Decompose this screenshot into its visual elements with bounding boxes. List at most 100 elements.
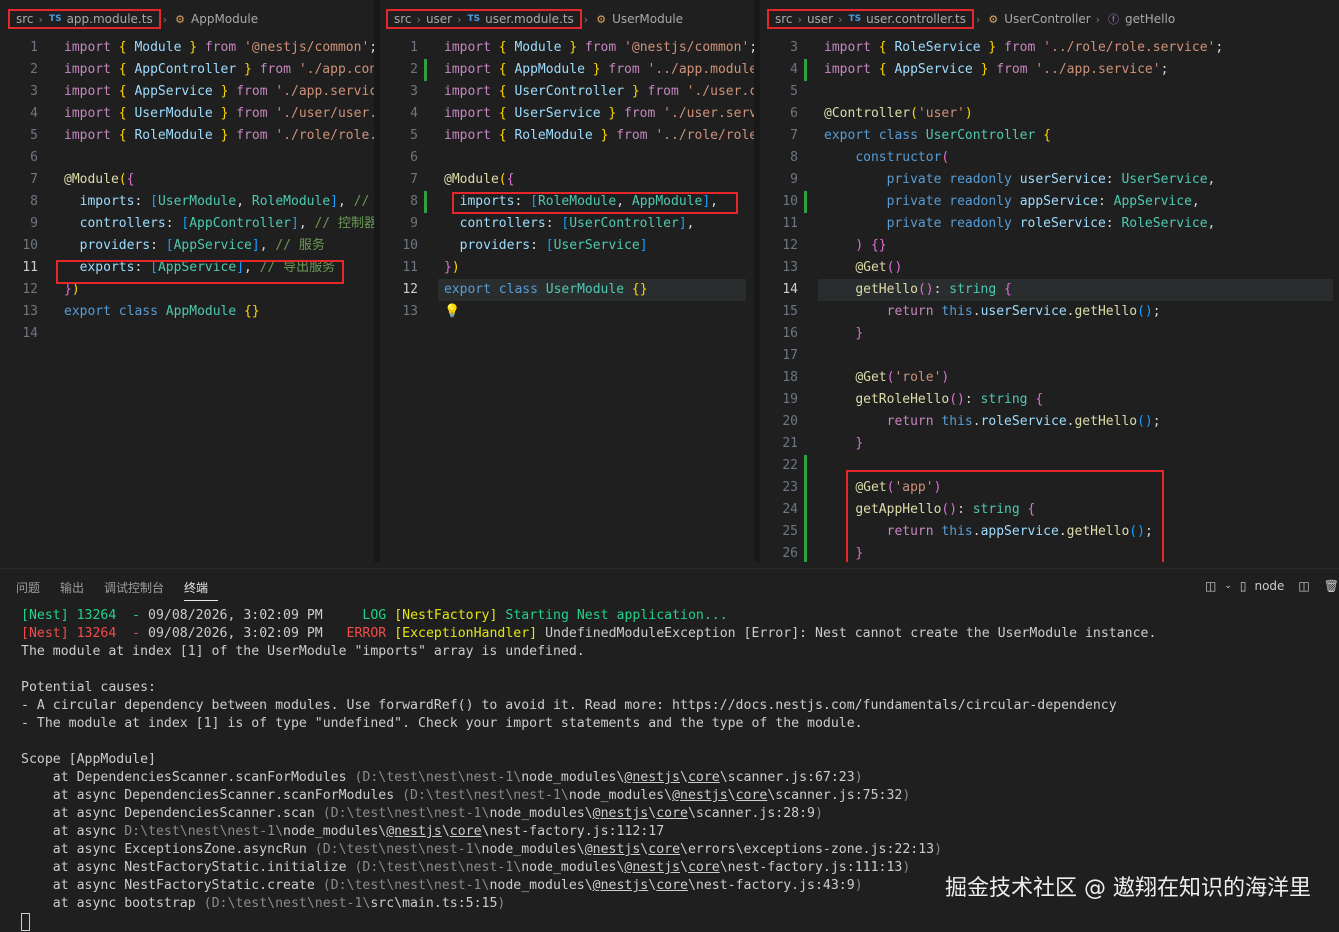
code-line[interactable]: 2 import { AppController } from './app.co… (0, 59, 374, 81)
code-line[interactable]: 6 (380, 147, 754, 169)
breadcrumb-symbol[interactable]: UserController (1001, 12, 1093, 26)
terminal-line: [Nest] 13264 - 09/08/2026, 3:02:09 PM ER… (21, 626, 1157, 641)
code-line[interactable]: 9 private readonly userService: UserServ… (760, 169, 1339, 191)
tab-output[interactable]: 输出 (60, 579, 94, 601)
breadcrumb-file[interactable]: user.module.ts (482, 12, 577, 26)
code-line[interactable]: 6 @Controller('user') (760, 103, 1339, 125)
git-change-marker[interactable] (804, 59, 807, 81)
tab-terminal[interactable]: 终端 (184, 579, 219, 601)
terminal-icon[interactable]: ▯ (1240, 579, 1247, 593)
code-line[interactable]: 14 getHello(): string { (760, 279, 1339, 301)
code-line[interactable]: 3 import { AppService } from './app.servi… (0, 81, 374, 103)
code-line[interactable]: 21 } (760, 433, 1339, 455)
breadcrumb-symbol[interactable]: AppModule (188, 12, 261, 26)
code-line[interactable]: 12 export class UserModule {} (380, 279, 754, 301)
code-line[interactable]: 3 import { UserController } from './user.… (380, 81, 754, 103)
terminal-line: Scope [AppModule] (21, 752, 156, 767)
code-line[interactable]: 13 @Get() (760, 257, 1339, 279)
git-change-marker[interactable] (804, 477, 807, 499)
code-line[interactable]: 10 providers: [AppService], // 服务 (0, 235, 374, 257)
code-line[interactable]: 7 @Module({ (0, 169, 374, 191)
code-line[interactable]: 13 💡 (380, 301, 754, 323)
breadcrumb: src › user › TS user.controller.ts › ⚙ U… (760, 8, 1339, 30)
code-line[interactable]: 18 @Get('role') (760, 367, 1339, 389)
highlight-box-imports (452, 192, 738, 214)
git-change-marker[interactable] (424, 59, 427, 81)
line-number: 4 (30, 106, 38, 121)
code-text: controllers: [UserController], (459, 216, 695, 231)
trash-icon[interactable]: 🗑 (1324, 579, 1339, 593)
code-line[interactable]: 7 export class UserController { (760, 125, 1339, 147)
code-line[interactable]: 10 private readonly appService: AppServi… (760, 191, 1339, 213)
code-line[interactable]: 5 import { RoleModule } from '../role/rol… (380, 125, 754, 147)
git-change-marker[interactable] (804, 455, 807, 477)
split-icon[interactable]: ◫ (1298, 579, 1309, 593)
code-line[interactable]: 8 constructor( (760, 147, 1339, 169)
code-line[interactable]: 17 (760, 345, 1339, 367)
line-number: 1 (30, 40, 38, 55)
cursor (21, 913, 30, 931)
code-line[interactable]: 16 } (760, 323, 1339, 345)
tab-debug-console[interactable]: 调试控制台 (104, 579, 174, 601)
code-line[interactable]: 20 return this.roleService.getHello(); (760, 411, 1339, 433)
terminal-name-label[interactable]: node (1254, 579, 1284, 593)
code-line[interactable]: 8 imports: [UserModule, RoleModule], // (0, 191, 374, 213)
code-line[interactable]: 1 import { Module } from '@nestjs/common'… (380, 37, 754, 59)
editor-pane-app-module: src › TS app.module.ts › ⚙ AppModule 1 im… (0, 0, 374, 562)
breadcrumb-folder[interactable]: src (391, 12, 415, 26)
code-line[interactable]: 15 return this.userService.getHello(); (760, 301, 1339, 323)
line-number: 25 (782, 524, 798, 539)
breadcrumb-folder[interactable]: src (772, 12, 796, 26)
code-line[interactable]: 4 import { UserModule } from './user/user… (0, 103, 374, 125)
code-line[interactable]: 4 import { UserService } from './user.ser… (380, 103, 754, 125)
git-change-marker[interactable] (804, 499, 807, 521)
terminal-line: Potential causes: (21, 680, 156, 695)
highlight-box-exports (56, 260, 344, 284)
git-change-marker[interactable] (804, 543, 807, 562)
code-line[interactable]: 2 import { AppModule } from '../app.modul… (380, 59, 754, 81)
editor-pane-user-controller: src › user › TS user.controller.ts › ⚙ U… (760, 0, 1339, 562)
code-line[interactable]: 14 (0, 323, 374, 345)
code-line[interactable]: 4 import { AppService } from '../app.serv… (760, 59, 1339, 81)
code-line[interactable]: 13 export class AppModule {} (0, 301, 374, 323)
git-change-marker[interactable] (424, 191, 427, 213)
breadcrumb-symbol[interactable]: UserModule (609, 12, 686, 26)
tab-problems[interactable]: 问题 (16, 579, 50, 601)
chevron-down-icon[interactable]: ⌄ (1224, 581, 1232, 591)
code-text: return this.roleService.getHello(); (886, 414, 1161, 429)
code-text: }) (444, 260, 460, 275)
line-number: 2 (30, 62, 38, 77)
line-number: 10 (22, 238, 38, 253)
code-line[interactable]: 6 (0, 147, 374, 169)
line-number: 4 (410, 106, 418, 121)
code-line[interactable]: 7 @Module({ (380, 169, 754, 191)
breadcrumb-subfolder[interactable]: user (804, 12, 836, 26)
code-text: } (855, 326, 864, 341)
git-change-marker[interactable] (804, 521, 807, 543)
split-terminal-icon[interactable]: ◫ (1205, 579, 1216, 593)
code-line[interactable]: 12 ) {} (760, 235, 1339, 257)
line-number: 13 (22, 304, 38, 319)
code-line[interactable]: 10 providers: [UserService] (380, 235, 754, 257)
breadcrumb-method[interactable]: getHello (1122, 12, 1178, 26)
chevron-right-icon: › (1095, 12, 1101, 26)
code-line[interactable]: 1 import { Module } from '@nestjs/common'… (0, 37, 374, 59)
code-line[interactable]: 3 import { RoleService } from '../role/ro… (760, 37, 1339, 59)
chevron-right-icon: › (838, 12, 843, 26)
code-line[interactable]: 9 controllers: [UserController], (380, 213, 754, 235)
line-number: 5 (30, 128, 38, 143)
code-text: @Module({ (444, 172, 515, 187)
breadcrumb-file[interactable]: user.controller.ts (863, 12, 969, 26)
code-line[interactable]: 11 private readonly roleService: RoleSer… (760, 213, 1339, 235)
breadcrumb-subfolder[interactable]: user (423, 12, 455, 26)
line-number: 26 (782, 546, 798, 561)
breadcrumb-file[interactable]: app.module.ts (64, 12, 156, 26)
code-line[interactable]: 9 controllers: [AppController], // 控制器 (0, 213, 374, 235)
code-line[interactable]: 11}) (380, 257, 754, 279)
git-change-marker[interactable] (804, 191, 807, 213)
code-line[interactable]: 5 import { RoleModule } from './role/role… (0, 125, 374, 147)
breadcrumb-folder[interactable]: src (13, 12, 37, 26)
code-line[interactable]: 5 (760, 81, 1339, 103)
code-line[interactable]: 19 getRoleHello(): string { (760, 389, 1339, 411)
